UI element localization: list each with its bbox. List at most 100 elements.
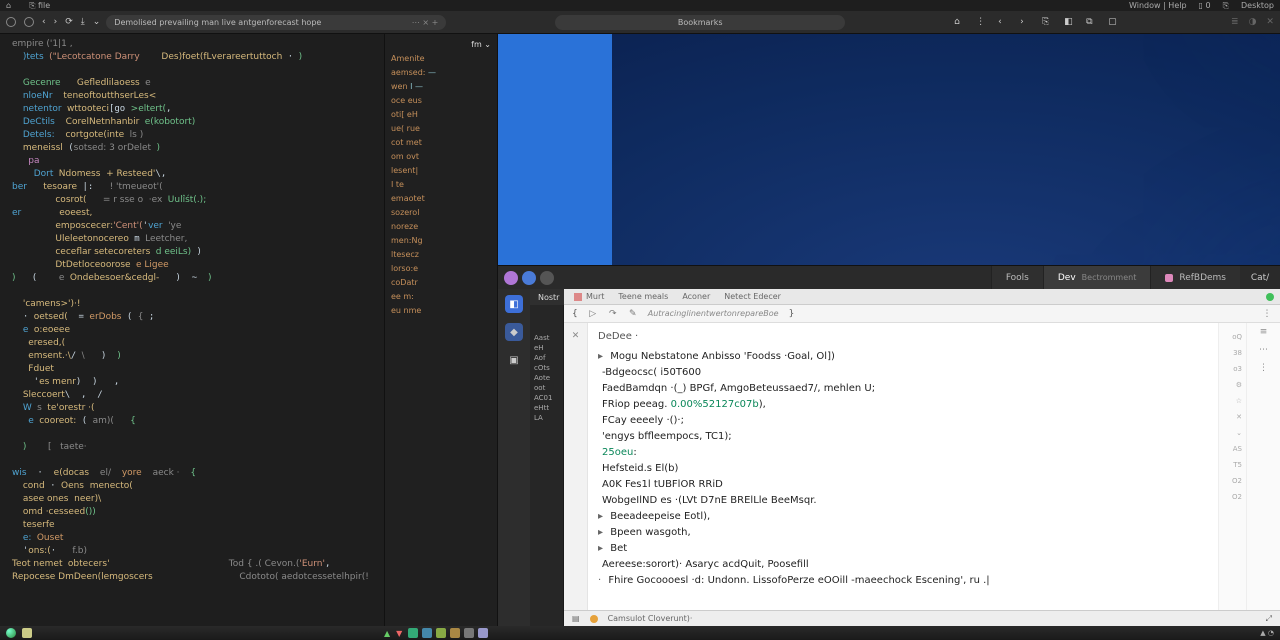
breakpoint-gutter[interactable]: ✕ [564,323,588,610]
os-app-menu[interactable]: ⎘ file [29,1,50,11]
source-line[interactable]: Hefsteid.s El(b) [598,461,1208,477]
split-icon[interactable]: ⧉ [1086,17,1096,27]
sidelist-item[interactable]: AC01 [530,393,563,403]
activity-explorer-icon[interactable]: ◧ [505,295,523,313]
sidelist-item[interactable]: eHtt [530,403,563,413]
gutter-cell[interactable] [564,387,587,391]
close-icon[interactable]: ✕ [1266,17,1274,27]
prev-icon[interactable]: ‹ [998,17,1008,27]
subtab-murt[interactable]: Murt [574,292,604,301]
os-menu-window[interactable]: Window | Help [1129,1,1187,11]
annotation-icon[interactable]: ⋮ [1258,363,1270,375]
stop-button[interactable]: ⤓ [81,17,85,27]
back-button[interactable]: ‹ [42,17,46,27]
taskbar-app[interactable] [450,628,460,638]
theme-icon[interactable]: ◑ [1249,17,1257,27]
gutter-cell[interactable]: ✕ [564,329,587,343]
outline-item[interactable]: Amenite [391,52,491,66]
sidepanel-icon[interactable]: ◧ [1064,17,1074,27]
outline-item[interactable]: aemsed: — [391,66,491,80]
sidelist-item[interactable]: cOts [530,363,563,373]
expand-icon[interactable]: ⤢ [1266,614,1272,624]
url-actions[interactable]: ⋯ × + [412,18,439,27]
outline-header[interactable]: fm ⌄ [391,38,491,52]
outline-item[interactable]: ue( rue [391,122,491,136]
system-tray[interactable]: ▲ ◔ [1260,629,1274,637]
forward-button[interactable]: › [54,17,58,27]
source-line[interactable]: FCay eeeely ·()·; [598,413,1208,429]
devtools-settings[interactable]: Cat/ [1240,266,1280,289]
subtab-4[interactable]: Netect Edecer [724,292,781,301]
outline-item[interactable]: lorso:e [391,262,491,276]
outline-panel[interactable]: fm ⌄ Amenite aemsed: —wen I — oce eus ot… [384,34,498,626]
source-line[interactable]: FRiop peeag. 0.00%52127c07b), [598,397,1208,413]
outline-item[interactable]: cot met [391,136,491,150]
source-content[interactable]: DeDee · ▸ Mogu Nebstatone Anbisso 'Foods… [588,323,1218,610]
subtab-3[interactable]: Aconer [682,292,710,301]
console-toggle-icon[interactable]: ▤ [572,614,580,623]
source-line[interactable]: 25oeu: [598,445,1208,461]
taskbar-app[interactable] [422,628,432,638]
avatar-3[interactable] [540,271,554,285]
maximize-icon[interactable]: ▢ [1108,17,1118,27]
source-line[interactable]: FaedBamdqn ·(_) BPGf, AmgoBeteussaed7/, … [598,381,1208,397]
taskbar-app[interactable] [436,628,446,638]
address-bar[interactable]: Demolised prevailing man live antgenfore… [106,15,446,30]
window-control[interactable] [24,17,34,27]
tab-dev[interactable]: Dev Bectromment [1043,266,1150,289]
taskbar-app[interactable] [464,628,474,638]
outline-item[interactable]: om ovt [391,150,491,164]
source-line[interactable]: · Fhire Gocoooesl ·d: Undonn. LissofoPer… [598,573,1208,589]
sidelist-item[interactable]: Aote [530,373,563,383]
start-button[interactable] [6,628,16,638]
avatar-2[interactable] [522,271,536,285]
dropdown-icon[interactable]: ⌄ [93,17,101,27]
source-line[interactable]: -Bdgeocsc( i50T600 [598,365,1208,381]
code-editor[interactable]: empire ('1|1 , )tets ("Lecotcatone Darry… [0,34,384,626]
activity-extensions-icon[interactable]: ▣ [505,351,523,369]
source-line[interactable]: A0K Fes1l tUBFlOR RRiD [598,477,1208,493]
source-line[interactable]: Aereese:sorort)· Asaryc acdQuit, Poosefi… [598,557,1208,573]
outline-item[interactable]: coDatr [391,276,491,290]
step-icon[interactable]: ↷ [608,309,618,319]
outline-item[interactable]: lesent| [391,164,491,178]
sidelist-item[interactable]: Aast [530,333,563,343]
sidelist-item[interactable]: eH [530,343,563,353]
source-line[interactable]: ▸ Mogu Nebstatone Anbisso 'Foodss ·Goal,… [598,349,1208,365]
source-line[interactable]: ▸ Beeadeepeise Eotl), [598,509,1208,525]
activity-debug-icon[interactable]: ◆ [505,323,523,341]
source-line[interactable]: 'engys bffleempocs, TC1); [598,429,1208,445]
outline-item[interactable]: sozerol [391,206,491,220]
os-taskbar[interactable]: ▲ ▼ ▲ ◔ [0,626,1280,640]
annotation-icon[interactable]: ≡ [1258,327,1270,339]
taskbar-app[interactable] [408,628,418,638]
play-icon[interactable]: ▷ [588,309,598,319]
outline-item[interactable]: oce eus [391,94,491,108]
next-icon[interactable]: › [1020,17,1030,27]
download-icon[interactable]: ⌂ [954,17,964,27]
os-desktop-label[interactable]: Desktop [1241,1,1274,11]
outline-item[interactable]: men:Ng [391,234,491,248]
extension-icon[interactable]: ⎘ [1042,17,1052,27]
outline-item[interactable]: ltesecz [391,248,491,262]
outline-item[interactable]: ee m: [391,290,491,304]
menu-icon[interactable]: ≣ [1231,17,1239,27]
tab-tools[interactable]: Fools [991,266,1043,289]
breadcrumb-path[interactable]: AutracinglinentwertonrepareBoe [648,309,779,318]
sidelist-item[interactable]: LA [530,413,563,423]
more-icon[interactable]: ⋮ [976,17,986,27]
outline-item[interactable]: I te [391,178,491,192]
page-viewport[interactable] [498,34,1280,265]
file-sidelist[interactable]: AasteHAofcOtsAoteootAC01eHttLA [530,305,564,626]
edit-icon[interactable]: ✎ [628,309,638,319]
outline-item[interactable]: eu nme [391,304,491,318]
taskbar-app[interactable] [478,628,488,638]
outline-item[interactable]: noreze [391,220,491,234]
reload-button[interactable]: ⟳ [65,17,73,27]
subtab-2[interactable]: Teene meals [618,292,668,301]
overflow-icon[interactable]: ⋮ [1262,309,1272,319]
sidelist-item[interactable]: Aof [530,353,563,363]
annotation-icon[interactable]: ⋯ [1258,345,1270,357]
outline-item[interactable]: oti[ eH [391,108,491,122]
source-line[interactable]: WobgeIlND es ·(LVt D7nE BRElLle BeeMsqr. [598,493,1208,509]
